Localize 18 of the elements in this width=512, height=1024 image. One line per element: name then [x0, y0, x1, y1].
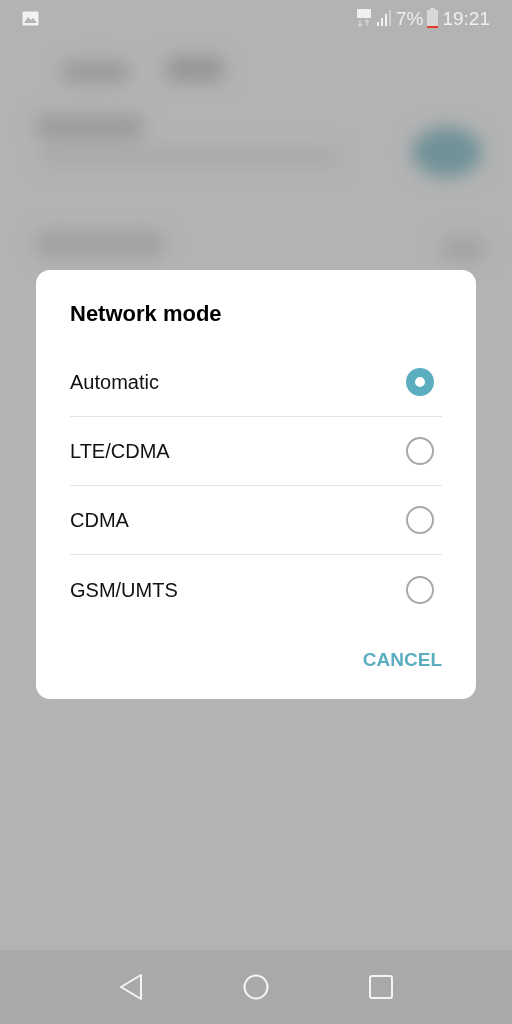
dialog-title: Network mode — [70, 300, 223, 328]
image-icon — [22, 10, 39, 26]
radio-option[interactable]: GSM/UMTS — [70, 555, 442, 624]
radio-option[interactable]: CDMA — [70, 486, 442, 555]
radio-button[interactable] — [406, 506, 434, 534]
radio-button[interactable] — [406, 437, 434, 465]
home-icon[interactable] — [243, 974, 269, 1000]
radio-option[interactable]: Automatic — [70, 348, 442, 417]
radio-button[interactable] — [406, 575, 434, 604]
radio-button[interactable] — [406, 368, 434, 396]
data-icon — [356, 9, 372, 27]
overview-icon[interactable] — [369, 975, 393, 999]
radio-option[interactable]: LTE/CDMA — [70, 417, 442, 486]
back-icon[interactable] — [119, 974, 143, 1000]
clock: 19:21 — [442, 8, 490, 28]
battery-icon — [427, 8, 439, 28]
battery-percent: 7% — [396, 8, 424, 28]
signal-icon — [376, 10, 392, 26]
